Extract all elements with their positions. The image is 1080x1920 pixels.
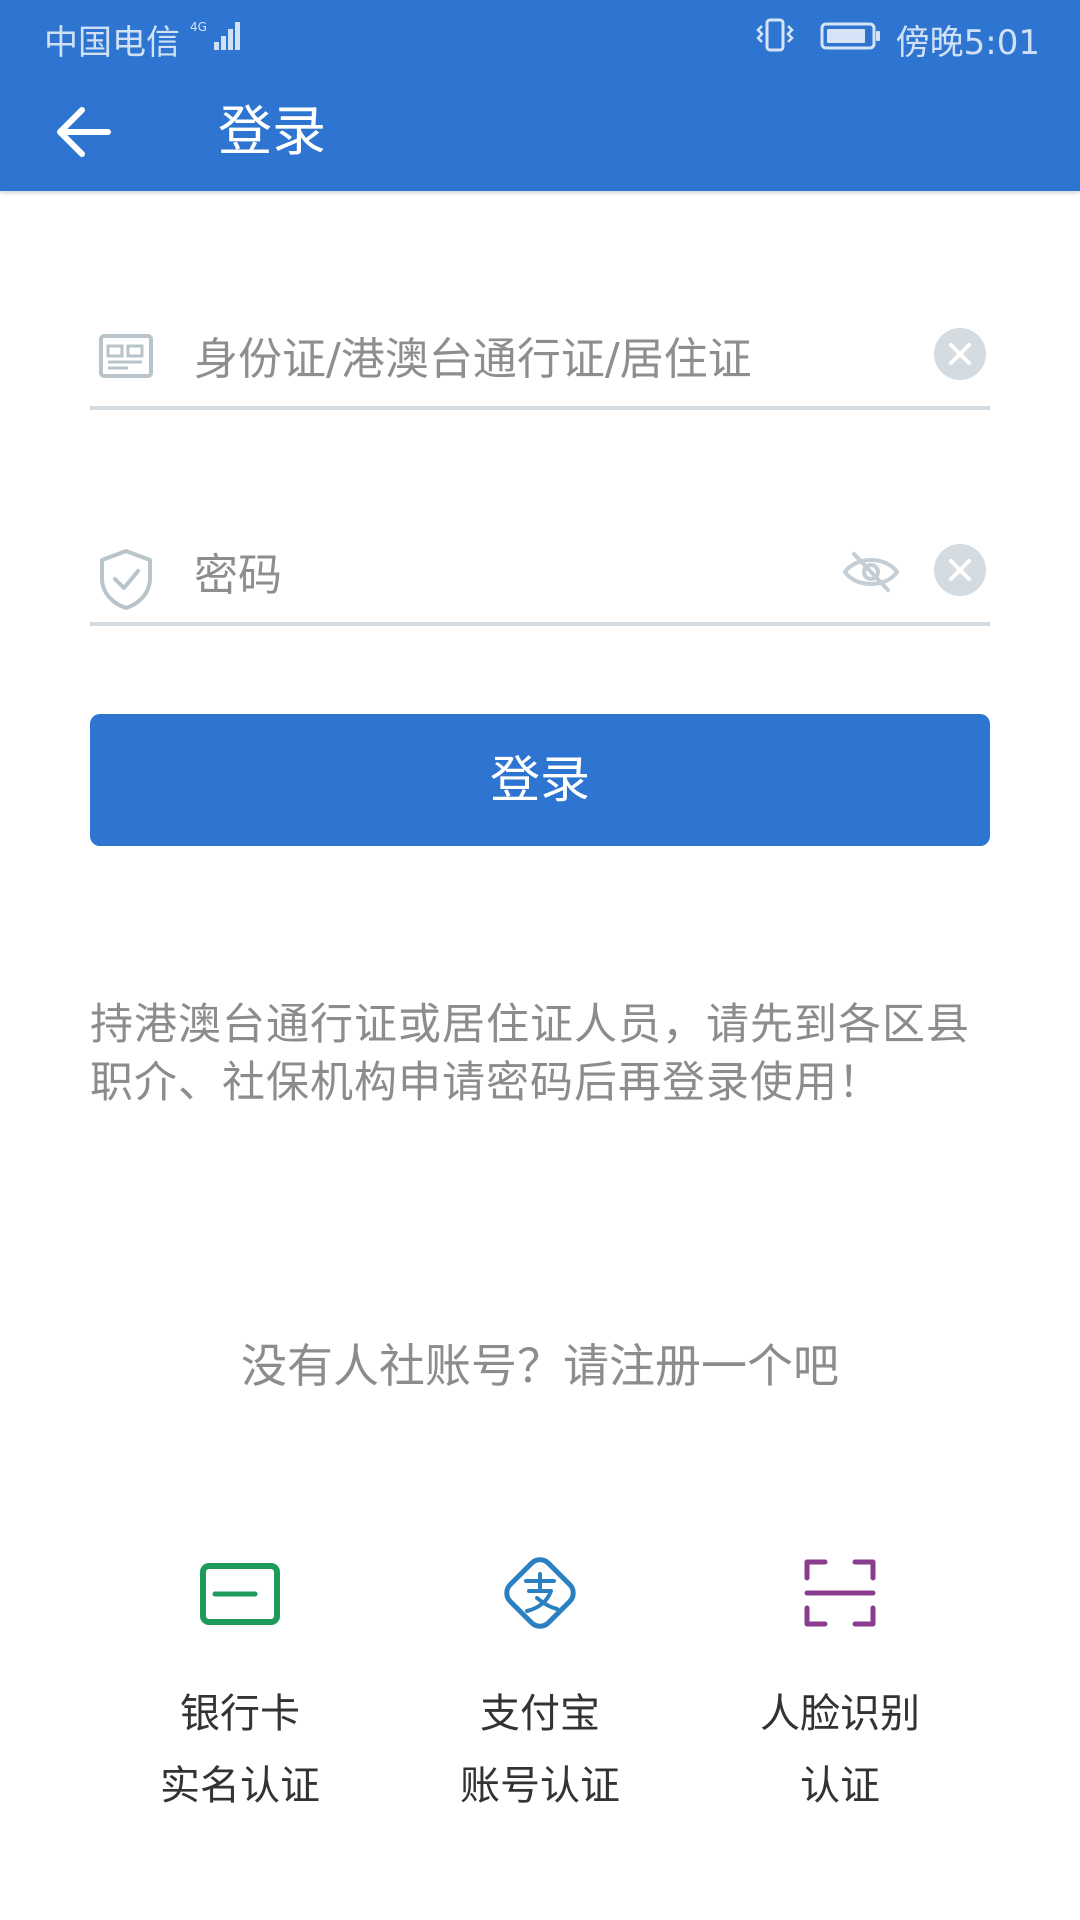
- vibrate-icon: [754, 17, 796, 62]
- battery-icon: [820, 20, 882, 60]
- app-header: 中国电信 4G 傍晚5:01 登录: [0, 0, 1080, 191]
- alipay-auth-option[interactable]: 支付宝 账号认证: [400, 1548, 680, 1822]
- option-label: 银行卡: [180, 1691, 300, 1737]
- option-label: 人脸识别: [760, 1691, 920, 1737]
- option-sublabel: 实名认证: [160, 1763, 320, 1809]
- bank-card-icon: [200, 1563, 280, 1625]
- id-card-icon: [98, 332, 154, 386]
- eye-off-icon: [842, 552, 900, 592]
- password-field: [90, 530, 990, 626]
- page-title: 登录: [218, 100, 326, 163]
- clear-icon: [934, 328, 986, 380]
- id-clear-button[interactable]: [934, 328, 986, 380]
- login-button[interactable]: 登录: [90, 714, 990, 846]
- clear-icon: [934, 544, 986, 596]
- face-auth-option[interactable]: 人脸识别 认证: [700, 1548, 980, 1822]
- toggle-visibility-button[interactable]: [842, 548, 900, 596]
- signal-icon: 4G: [190, 18, 246, 61]
- alipay-icon: [504, 1557, 576, 1629]
- id-input[interactable]: [192, 328, 796, 390]
- back-button[interactable]: [50, 100, 120, 164]
- notice-text: 持港澳台通行证或居住证人员，请先到各区县职介、社保机构申请密码后再登录使用！: [90, 1000, 970, 1108]
- option-sublabel: 认证: [800, 1763, 880, 1809]
- shield-check-icon: [98, 548, 154, 614]
- password-clear-button[interactable]: [934, 544, 986, 596]
- arrow-left-icon: [57, 107, 111, 157]
- login-screen: 中国电信 4G 傍晚5:01 登录 身份证/港澳台通行证/居住证 登录 持港澳台…: [0, 0, 1080, 1920]
- face-scan-icon: [804, 1559, 876, 1627]
- clock: 傍晚5:01: [895, 23, 1040, 63]
- network-type: 4G: [190, 20, 207, 34]
- option-sublabel: 账号认证: [460, 1763, 620, 1809]
- option-label: 支付宝: [480, 1691, 600, 1737]
- status-right: 傍晚5:01: [754, 15, 1040, 64]
- password-input[interactable]: [192, 544, 796, 606]
- register-link[interactable]: 没有人社账号？请注册一个吧: [0, 1330, 1080, 1396]
- id-field: [90, 314, 990, 410]
- bank-card-auth-option[interactable]: 银行卡 实名认证: [100, 1548, 380, 1822]
- status-bar: 中国电信 4G 傍晚5:01: [0, 0, 1080, 74]
- carrier-name: 中国电信: [44, 23, 180, 63]
